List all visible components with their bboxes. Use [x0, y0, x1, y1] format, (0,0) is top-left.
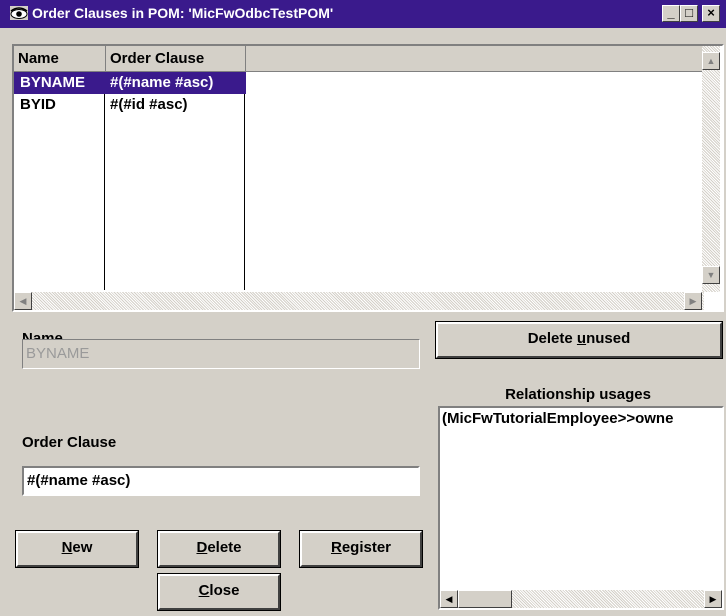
row-clause-cell: #(#id #asc)	[110, 96, 188, 113]
order-clause-label: Order Clause	[22, 434, 117, 451]
column-header-name[interactable]: Name	[14, 46, 106, 72]
order-clauses-list[interactable]: Name Order Clause BYNAME #(#name #asc) B…	[12, 44, 724, 312]
row-name-cell: BYNAME	[20, 74, 86, 91]
scroll-thumb[interactable]	[458, 590, 512, 608]
new-button-label: New	[61, 539, 93, 556]
column-divider	[244, 94, 245, 290]
minimize-button[interactable]: _	[662, 5, 680, 22]
close-icon: ×	[707, 5, 715, 20]
row-clause-cell: #(#name #asc)	[110, 74, 214, 91]
row-name-cell: BYID	[20, 96, 56, 113]
close-button[interactable]: Close	[157, 573, 281, 611]
delete-button[interactable]: Delete	[157, 530, 281, 568]
list-item[interactable]: (MicFwTutorialEmployee>>owne	[442, 410, 673, 427]
title-bar[interactable]: Order Clauses in POM: 'MicFwOdbcTestPOM'…	[0, 0, 726, 28]
arrow-right-icon[interactable]: ▶	[684, 292, 702, 310]
register-button[interactable]: Register	[299, 530, 423, 568]
order-clause-input[interactable]: #(#name #asc)	[22, 466, 420, 496]
register-button-label: Register	[330, 539, 392, 556]
close-button-label: Close	[198, 582, 240, 599]
arrow-right-icon[interactable]: ▶	[704, 590, 722, 608]
arrow-left-icon[interactable]: ◀	[14, 292, 32, 310]
horizontal-scrollbar[interactable]: ◀ ▶	[14, 292, 704, 310]
maximize-icon: □	[685, 5, 693, 20]
column-header-filler	[246, 46, 704, 72]
eye-icon	[10, 6, 28, 20]
arrow-down-icon[interactable]: ▼	[702, 266, 720, 284]
minimize-icon: _	[667, 5, 675, 20]
table-row[interactable]: BYNAME #(#name #asc)	[14, 72, 246, 94]
delete-button-label: Delete	[196, 539, 242, 556]
close-window-button[interactable]: ×	[702, 5, 720, 22]
arrow-left-icon[interactable]: ◀	[440, 590, 458, 608]
table-row[interactable]: BYID #(#id #asc)	[14, 94, 246, 116]
relationship-usages-label: Relationship usages	[505, 386, 651, 403]
column-divider	[104, 94, 105, 290]
arrow-up-icon[interactable]: ▲	[702, 52, 720, 70]
delete-unused-button-label: Delete unused	[527, 330, 631, 347]
window-title: Order Clauses in POM: 'MicFwOdbcTestPOM'	[32, 5, 334, 21]
column-header-order-clause[interactable]: Order Clause	[106, 46, 246, 72]
name-field[interactable]: BYNAME	[22, 339, 420, 369]
delete-unused-button[interactable]: Delete unused	[435, 321, 723, 359]
horizontal-scrollbar[interactable]: ◀ ▶	[440, 590, 722, 608]
maximize-button[interactable]: □	[680, 5, 698, 22]
vertical-scrollbar[interactable]: ▲ ▼	[702, 46, 720, 292]
relationship-usages-list[interactable]: (MicFwTutorialEmployee>>owne ◀ ▶	[438, 406, 724, 610]
new-button[interactable]: New	[15, 530, 139, 568]
